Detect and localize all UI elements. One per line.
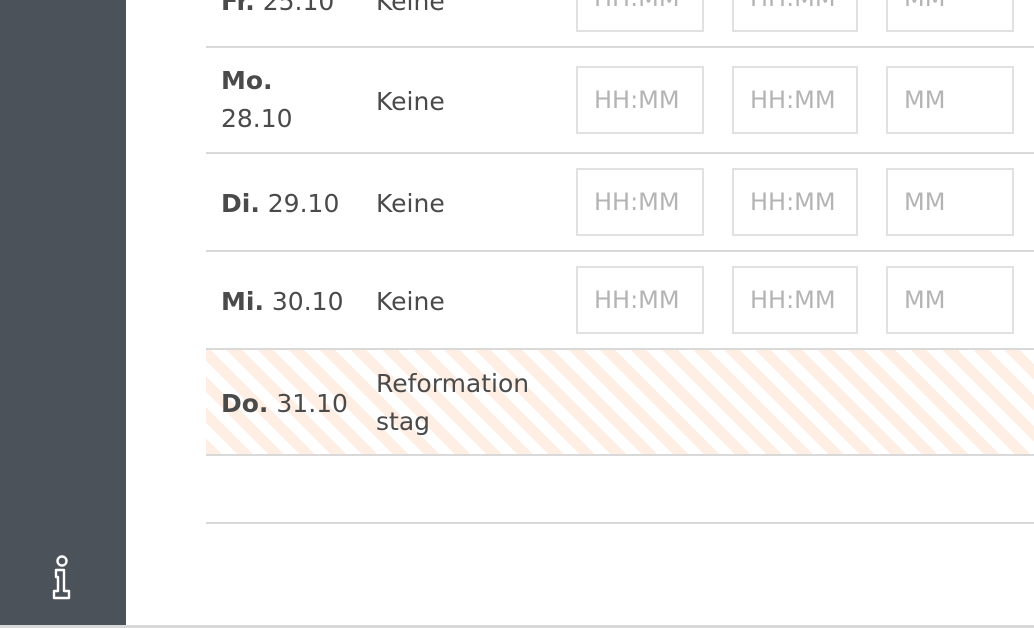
row-date-value: 28.10 bbox=[221, 104, 293, 133]
row-description: Keine bbox=[376, 87, 445, 116]
empty-row bbox=[206, 456, 1034, 524]
row-date-value: 30.10 bbox=[271, 287, 344, 316]
holiday-name-line2: stag bbox=[376, 407, 431, 436]
end-time-input[interactable] bbox=[732, 266, 858, 334]
row-date: Do. 31.10 bbox=[221, 385, 348, 423]
row-description: Keine bbox=[376, 189, 445, 218]
row-weekday: Mi. bbox=[221, 287, 264, 316]
holiday-name-line1: Reformation bbox=[376, 369, 530, 398]
row-weekday: Fr. bbox=[221, 0, 255, 16]
end-time-input[interactable] bbox=[732, 168, 858, 236]
start-time-input[interactable] bbox=[576, 0, 704, 32]
pause-input[interactable] bbox=[886, 168, 1014, 236]
table-row: Di. 29.10 Keine bbox=[206, 154, 1034, 252]
row-date: Di. 29.10 bbox=[221, 185, 339, 223]
pause-input[interactable] bbox=[886, 0, 1014, 32]
table-row: Mi. 30.10 Keine bbox=[206, 252, 1034, 350]
row-date-value: 29.10 bbox=[267, 189, 340, 218]
info-icon bbox=[52, 555, 71, 600]
row-date: Mo. 28.10 bbox=[221, 62, 293, 138]
row-description: Keine bbox=[376, 287, 445, 316]
row-description: Keine bbox=[376, 0, 445, 16]
pause-input[interactable] bbox=[886, 266, 1014, 334]
end-time-input[interactable] bbox=[732, 0, 858, 32]
holiday-row: Do. 31.10 Reformation stag bbox=[206, 350, 1034, 456]
start-time-input[interactable] bbox=[576, 266, 704, 334]
pause-input[interactable] bbox=[886, 66, 1014, 134]
row-date: Mi. 30.10 bbox=[221, 283, 343, 321]
sidebar bbox=[0, 0, 126, 628]
row-date-value: 31.10 bbox=[276, 389, 348, 418]
row-date: Fr. 25.10 bbox=[221, 0, 334, 21]
table-row: Fr. 25.10 Keine bbox=[206, 0, 1034, 48]
row-weekday: Mo. bbox=[221, 66, 273, 95]
holiday-name: Reformation stag bbox=[376, 365, 529, 441]
info-button[interactable] bbox=[40, 552, 84, 604]
row-weekday: Do. bbox=[221, 389, 269, 418]
start-time-input[interactable] bbox=[576, 168, 704, 236]
row-date-value: 25.10 bbox=[262, 0, 335, 16]
row-weekday: Di. bbox=[221, 189, 260, 218]
table-row: Mo. 28.10 Keine bbox=[206, 48, 1034, 154]
start-time-input[interactable] bbox=[576, 66, 704, 134]
end-time-input[interactable] bbox=[732, 66, 858, 134]
main-content: Fr. 25.10 Keine Mo. 28.10 Keine Di. 29.1… bbox=[126, 0, 1034, 628]
